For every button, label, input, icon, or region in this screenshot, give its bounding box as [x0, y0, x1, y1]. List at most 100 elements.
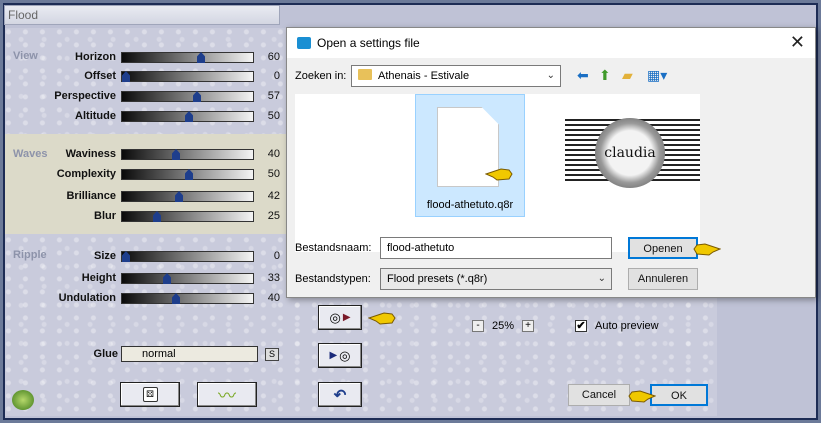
param-value: 42 — [267, 190, 280, 202]
open-button[interactable]: Openen — [628, 237, 698, 259]
param-value: 25 — [267, 210, 280, 222]
slider-thumb[interactable] — [153, 211, 161, 222]
param-slider[interactable] — [121, 52, 254, 63]
reset-button[interactable]: 〰 — [197, 382, 257, 407]
slider-thumb[interactable] — [185, 111, 193, 122]
param-value: 33 — [267, 272, 280, 284]
slider-thumb[interactable] — [122, 251, 130, 262]
play-icon-left: ▶ — [329, 350, 338, 361]
zoom-controls: - 25% + — [472, 320, 535, 332]
up-folder-icon[interactable]: ⬆ — [599, 67, 611, 84]
param-label: Undulation — [58, 292, 116, 304]
play-icon: ▶ — [342, 312, 351, 323]
param-value: 60 — [267, 51, 280, 63]
param-slider[interactable] — [121, 211, 254, 222]
pointing-hand-icon — [368, 312, 396, 325]
slider-thumb[interactable] — [193, 91, 201, 102]
filetype-combo[interactable]: Flood presets (*.q8r) ⌄ — [380, 268, 612, 290]
zoom-in-button[interactable]: + — [522, 320, 535, 332]
file-item-label: flood-athetuto.q8r — [426, 199, 514, 211]
chevron-down-icon-type: ⌄ — [597, 273, 606, 284]
filename-label: Bestandsnaam: — [295, 242, 372, 254]
param-value: 50 — [267, 110, 280, 122]
param-value: 0 — [273, 70, 280, 82]
auto-preview-checkbox[interactable]: ✔ — [575, 320, 587, 332]
zoom-out-button[interactable]: - — [472, 320, 484, 332]
param-value: 40 — [267, 148, 280, 160]
param-value: 0 — [273, 250, 280, 262]
zoom-level: 25% — [492, 320, 515, 332]
save-preset-button[interactable]: ▶ ◎ — [318, 343, 362, 368]
pointing-hand-icon-ok — [628, 390, 656, 403]
lookin-combo[interactable]: Athenais - Estivale ⌄ — [351, 65, 561, 87]
slider-thumb[interactable] — [185, 169, 193, 180]
pointing-hand-icon-open — [693, 243, 721, 256]
param-label: Waviness — [65, 148, 116, 160]
lookin-label: Zoeken in: — [295, 70, 347, 82]
load-preset-button[interactable]: ◎ ▶ — [318, 305, 362, 330]
new-folder-icon[interactable]: ▰ — [622, 67, 633, 84]
dialog-title-bar: Open a settings file ✕ — [287, 28, 815, 58]
pointing-hand-icon-file — [485, 168, 513, 181]
wave-icon: 〰 — [218, 385, 236, 406]
window-title: Flood — [8, 8, 39, 22]
view-menu-icon[interactable]: ▦▾ — [647, 67, 667, 84]
cancel-button[interactable]: Cancel — [568, 384, 630, 406]
lookin-value: Athenais - Estivale — [378, 70, 470, 82]
param-slider[interactable] — [121, 191, 254, 202]
param-label: Complexity — [56, 168, 116, 180]
glue-s-button[interactable]: S — [265, 348, 279, 361]
param-slider[interactable] — [121, 293, 254, 304]
slider-thumb[interactable] — [172, 149, 180, 160]
param-label: Height — [81, 272, 116, 284]
auto-preview-label: Auto preview — [595, 320, 659, 332]
filetype-value: Flood presets (*.q8r) — [387, 273, 488, 285]
folder-icon — [358, 69, 372, 80]
slider-thumb[interactable] — [122, 71, 130, 82]
logo-icon — [12, 390, 34, 410]
slider-thumb[interactable] — [163, 273, 171, 284]
slider-thumb[interactable] — [175, 191, 183, 202]
glue-select[interactable]: normal — [121, 346, 258, 362]
slider-thumb[interactable] — [172, 293, 180, 304]
dialog-cancel-button[interactable]: Annuleren — [628, 268, 698, 290]
dialog-title: Open a settings file — [317, 36, 420, 50]
param-label: Size — [93, 250, 116, 262]
param-slider[interactable] — [121, 71, 254, 82]
watermark-logo: claudia — [595, 118, 665, 188]
back-icon[interactable]: ⬅ — [577, 67, 589, 84]
dice-icon: ⚄ — [142, 387, 158, 402]
glue-label: Glue — [93, 348, 118, 360]
param-label: Offset — [84, 70, 116, 82]
param-slider[interactable] — [121, 91, 254, 102]
param-slider[interactable] — [121, 251, 254, 262]
param-label: Horizon — [75, 51, 116, 63]
filename-input[interactable]: flood-athetuto — [380, 237, 612, 259]
param-value: 50 — [267, 168, 280, 180]
param-value: 57 — [267, 90, 280, 102]
disk-icon: ◎ — [329, 309, 341, 325]
undo-button[interactable]: ↶ — [318, 382, 362, 407]
param-label: Brilliance — [66, 190, 116, 202]
chevron-down-icon: ⌄ — [546, 70, 555, 81]
random-button[interactable]: ⚄ — [120, 382, 180, 407]
undo-icon: ↶ — [333, 386, 347, 404]
filetype-label: Bestandstypen: — [295, 273, 371, 285]
file-list[interactable]: flood-athetuto.q8r claudia — [295, 94, 700, 252]
param-slider[interactable] — [121, 149, 254, 160]
param-label: Perspective — [54, 90, 116, 102]
param-label: Blur — [94, 210, 116, 222]
slider-thumb[interactable] — [197, 52, 205, 63]
ok-button[interactable]: OK — [650, 384, 708, 406]
disk-icon-right: ◎ — [339, 347, 351, 363]
param-label: Altitude — [75, 110, 116, 122]
param-slider[interactable] — [121, 111, 254, 122]
open-settings-dialog: Open a settings file ✕ Zoeken in: Athena… — [286, 27, 816, 298]
title-bar: Flood — [4, 5, 280, 25]
param-value: 40 — [267, 292, 280, 304]
param-slider[interactable] — [121, 169, 254, 180]
param-slider[interactable] — [121, 273, 254, 284]
close-icon[interactable]: ✕ — [790, 32, 805, 53]
auto-preview: ✔ Auto preview — [575, 320, 659, 332]
camera-icon — [297, 37, 311, 49]
